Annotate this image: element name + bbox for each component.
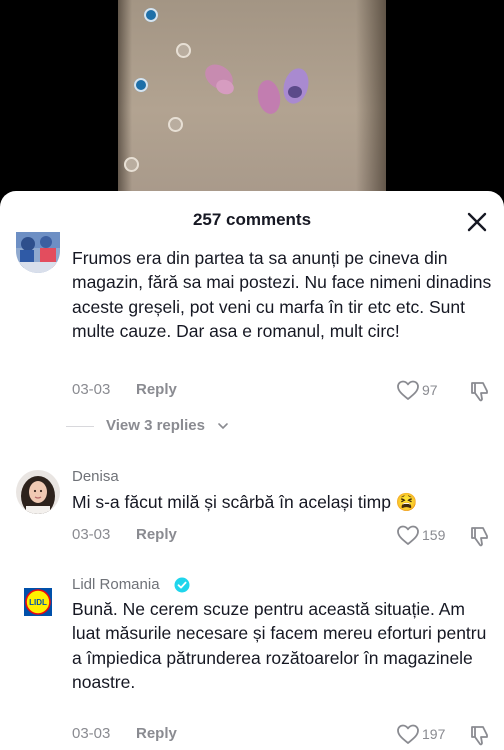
box-hole: [144, 8, 158, 22]
heart-outline-icon[interactable]: [396, 379, 420, 401]
reply-button[interactable]: Reply: [136, 381, 177, 398]
close-button[interactable]: [462, 207, 492, 237]
comment-date: 03-03: [72, 725, 111, 742]
lidl-logo: LIDL: [16, 580, 60, 624]
baby-mouse: [288, 86, 302, 98]
comments-title: 257 comments: [192, 210, 312, 229]
thumbs-down-icon[interactable]: [468, 723, 492, 747]
like-count: 197: [422, 726, 446, 742]
comment-meta: 03-03 Reply 197: [72, 723, 492, 747]
thumbs-down-icon[interactable]: [468, 524, 492, 548]
avatar-image: [16, 470, 60, 514]
video-frame: [118, 0, 386, 200]
box-hole: [124, 157, 139, 172]
chevron-down-icon: [218, 423, 228, 430]
reply-button[interactable]: Reply: [136, 526, 177, 543]
divider-line: [66, 426, 94, 427]
comment-meta: 03-03 Reply 97: [72, 379, 492, 403]
comment-date: 03-03: [72, 381, 111, 398]
comment-username[interactable]: Lidl Romania: [72, 576, 202, 593]
heart-outline-icon[interactable]: [396, 524, 420, 546]
svg-text:LIDL: LIDL: [29, 598, 47, 607]
thumbs-down-icon[interactable]: [468, 379, 492, 403]
reply-button[interactable]: Reply: [136, 725, 177, 742]
comment-text: Bună. Ne cerem scuze pentru această situ…: [72, 599, 487, 692]
comment-meta: 03-03 Reply 159: [72, 524, 492, 548]
avatar[interactable]: [16, 232, 60, 273]
username-label: Lidl Romania: [72, 576, 160, 593]
avatar[interactable]: [16, 470, 60, 514]
video-shadow: [356, 0, 386, 200]
box-hole: [134, 78, 148, 92]
close-icon: [467, 212, 487, 232]
comment-text: Frumos era din partea ta sa anunți pe ci…: [72, 248, 492, 341]
video-background[interactable]: [0, 0, 504, 200]
view-replies-button[interactable]: View 3 replies: [66, 417, 266, 437]
comment-username[interactable]: Denisa: [72, 468, 119, 485]
comment-text: Mi s-a făcut milă și scârbă în același t…: [72, 492, 418, 512]
box-hole: [168, 117, 183, 132]
heart-outline-icon[interactable]: [396, 723, 420, 745]
verified-badge-icon: [174, 577, 190, 593]
baby-mouse: [255, 78, 283, 116]
like-count: 159: [422, 527, 446, 543]
like-count: 97: [422, 382, 438, 398]
comments-header: 257 comments: [0, 191, 504, 247]
avatar-image: [16, 232, 60, 273]
comment-date: 03-03: [72, 526, 111, 543]
view-replies-label: View 3 replies: [106, 417, 205, 434]
box-hole: [176, 43, 191, 58]
avatar[interactable]: LIDL: [16, 580, 60, 624]
comments-sheet: 257 comments Frumos era din partea ta sa…: [0, 191, 504, 750]
